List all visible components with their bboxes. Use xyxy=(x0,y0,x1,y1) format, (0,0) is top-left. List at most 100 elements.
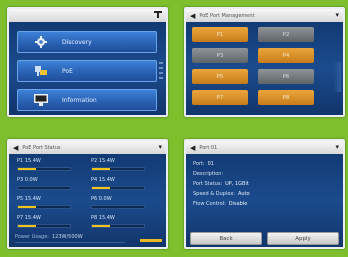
port-button-p1[interactable]: P1 xyxy=(192,27,248,42)
port-button-p8[interactable]: P8 xyxy=(258,90,314,105)
port-detail-panel: ◀ Port 01 ▾ Port: 01 Description: Port St… xyxy=(184,139,345,249)
port-stat: P4 15.4W xyxy=(89,177,147,194)
scrollbar[interactable] xyxy=(140,239,162,242)
scroll-indicator xyxy=(159,62,163,82)
stat-label: P6 0.0W xyxy=(91,196,112,202)
port-stat: P8 15.4W xyxy=(89,215,147,232)
stat-bar xyxy=(91,167,145,171)
information-button[interactable]: Information xyxy=(17,89,157,111)
stat-fill xyxy=(18,168,37,170)
port-button-p6[interactable]: P6 xyxy=(258,69,314,84)
information-label: Information xyxy=(62,96,97,104)
port-button-p3[interactable]: P3 xyxy=(192,48,248,63)
port-label: P4 xyxy=(282,52,290,59)
stat-fill xyxy=(92,168,111,170)
apply-button[interactable]: Apply xyxy=(267,232,339,245)
stat-fill xyxy=(92,187,111,189)
info-key: Port: xyxy=(193,161,205,167)
chevron-down-icon[interactable]: ▾ xyxy=(158,143,162,151)
info-row: Description: xyxy=(193,169,250,179)
info-row: Flow Control: Disable xyxy=(193,199,250,209)
port-stat: P1 15.4W xyxy=(15,158,73,175)
monitor-icon xyxy=(34,94,48,106)
port-button-p2[interactable]: P2 xyxy=(258,27,314,42)
budget-value: 123W/500W xyxy=(51,234,83,240)
info-key: Description: xyxy=(193,171,224,177)
main-menu-panel: Discovery PoE Information xyxy=(7,7,168,117)
antenna-signal-icon xyxy=(154,11,162,20)
info-row: Speed & Duplex: Auto xyxy=(193,189,250,199)
port-stat: P6 0.0W xyxy=(89,196,147,213)
chevron-down-icon[interactable]: ▾ xyxy=(335,11,339,19)
stat-fill xyxy=(18,206,37,208)
stat-label: P5 15.4W xyxy=(17,196,41,202)
apply-button-label: Apply xyxy=(295,235,311,242)
detail-content: Port: 01 Description: Port Status: UP, 1GB… xyxy=(186,154,343,247)
back-arrow-icon[interactable]: ◀ xyxy=(190,12,195,20)
info-value: 01 xyxy=(207,161,214,167)
info-value: Auto xyxy=(237,191,250,197)
stat-label: P8 15.4W xyxy=(91,215,115,221)
page-title: PoE Port Status xyxy=(22,144,61,151)
back-arrow-icon[interactable]: ◀ xyxy=(190,144,195,152)
stat-bar xyxy=(17,205,71,209)
title-bar: ◀ Port 01 ▾ xyxy=(186,141,343,154)
stat-bar xyxy=(17,224,71,228)
page-title: Port 01 xyxy=(199,144,218,151)
status-content: P1 15.4W P2 15.4W P3 0.0W P4 15.4W P5 15… xyxy=(9,154,166,247)
port-stat: P2 15.4W xyxy=(89,158,147,175)
title-bar xyxy=(9,9,166,22)
discovery-label: Discovery xyxy=(62,38,92,46)
port-stat: P5 15.4W xyxy=(15,196,73,213)
back-button[interactable]: Back xyxy=(190,232,262,245)
port-label: P6 xyxy=(282,73,290,80)
info-row: Port: 01 xyxy=(193,159,250,169)
scroll-indicator xyxy=(333,62,341,92)
stat-bar xyxy=(91,186,145,190)
info-key: Flow Control: xyxy=(193,201,226,207)
discovery-button[interactable]: Discovery xyxy=(17,31,157,53)
gear-icon xyxy=(34,36,48,48)
ports-grid: P1 P2 P3 P4 P5 P6 P7 P8 xyxy=(186,22,343,115)
title-bar: ◀ PoE Port Management ▾ xyxy=(186,9,343,22)
port-stat: P3 0.0W xyxy=(15,177,73,194)
stat-bar xyxy=(17,186,71,190)
stat-bar xyxy=(17,167,71,171)
page-title: PoE Port Management xyxy=(199,12,255,19)
info-key: Port Status: xyxy=(193,181,223,187)
stat-bar xyxy=(91,224,145,228)
port-button-p4[interactable]: P4 xyxy=(258,48,314,63)
port-label: P5 xyxy=(216,73,224,80)
info-key: Speed & Duplex: xyxy=(193,191,235,197)
stat-label: P4 15.4W xyxy=(91,177,115,183)
menu-content: Discovery PoE Information xyxy=(9,22,166,115)
info-row: Port Status: UP, 1GBit xyxy=(193,179,250,189)
port-stat: P7 15.4W xyxy=(15,215,73,232)
stat-label: P2 15.4W xyxy=(91,158,115,164)
poe-button[interactable]: PoE xyxy=(17,60,157,82)
back-arrow-icon[interactable]: ◀ xyxy=(13,144,18,152)
power-budget: Power Usage: 123W/500W xyxy=(15,232,125,243)
poe-label: PoE xyxy=(62,67,73,75)
info-value: Disable xyxy=(228,201,248,207)
stat-label: P1 15.4W xyxy=(17,158,41,164)
stat-label: P3 0.0W xyxy=(17,177,38,183)
chevron-down-icon[interactable]: ▾ xyxy=(335,143,339,151)
stat-bar xyxy=(91,205,145,209)
port-status-panel: ◀ PoE Port Status ▾ P1 15.4W P2 15.4W P3… xyxy=(7,139,168,249)
port-label: P7 xyxy=(216,94,224,101)
budget-label: Power Usage: xyxy=(15,234,49,240)
network-plug-icon xyxy=(34,65,48,77)
info-value: UP, 1GBit xyxy=(225,181,249,187)
stat-label: P7 15.4W xyxy=(17,215,41,221)
stat-fill xyxy=(92,225,111,227)
back-button-label: Back xyxy=(219,235,233,242)
title-bar: ◀ PoE Port Status ▾ xyxy=(9,141,166,154)
stat-fill xyxy=(18,225,37,227)
port-label: P1 xyxy=(216,31,224,38)
port-label: P3 xyxy=(216,52,224,59)
port-button-p5[interactable]: P5 xyxy=(192,69,248,84)
info-list: Port: 01 Description: Port Status: UP, 1GB… xyxy=(193,159,250,209)
port-label: P8 xyxy=(282,94,290,101)
port-button-p7[interactable]: P7 xyxy=(192,90,248,105)
